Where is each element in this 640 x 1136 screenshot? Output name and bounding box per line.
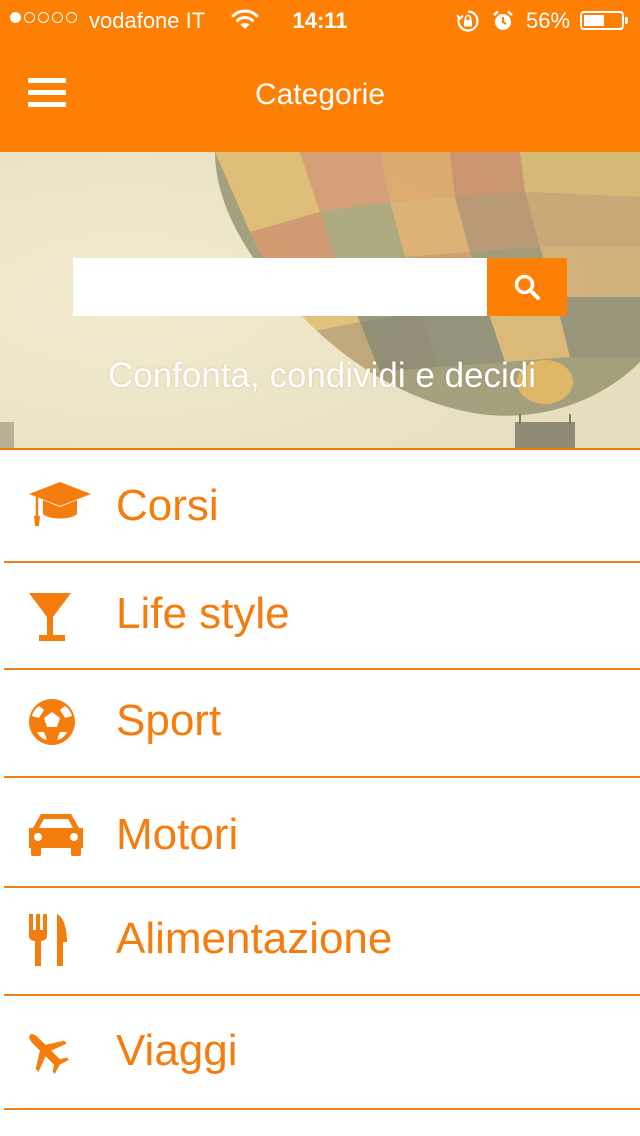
list-divider — [4, 1108, 640, 1110]
category-item-sport[interactable]: Sport — [0, 670, 640, 778]
hero-banner: Confonta, condividi e decidi — [0, 152, 640, 450]
category-label: Life style — [116, 589, 290, 638]
category-label: Motori — [116, 810, 239, 859]
category-item-corsi[interactable]: Corsi — [0, 450, 640, 563]
battery-icon — [580, 11, 624, 30]
category-item-alimentazione[interactable]: Alimentazione — [0, 888, 640, 996]
graduation-cap-icon — [29, 482, 91, 526]
category-item-viaggi[interactable]: Viaggi — [0, 996, 640, 1110]
search-input[interactable] — [73, 258, 487, 316]
category-item-motori[interactable]: Motori — [0, 778, 640, 888]
car-icon — [29, 814, 83, 856]
fork-knife-icon — [29, 914, 67, 966]
category-label: Viaggi — [116, 1026, 238, 1075]
search-button[interactable] — [487, 258, 567, 316]
soccer-ball-icon — [29, 699, 75, 745]
category-label: Sport — [116, 696, 222, 745]
navigation-bar: Categorie — [0, 40, 640, 152]
battery-level — [584, 15, 604, 26]
status-bar: vodafone IT 14:11 56% — [0, 0, 640, 40]
category-label: Alimentazione — [116, 914, 393, 963]
category-label: Corsi — [116, 481, 219, 530]
app-screen: vodafone IT 14:11 56% Categorie Confonta… — [0, 0, 640, 1136]
airplane-icon — [29, 1034, 69, 1074]
battery-nub — [625, 17, 628, 24]
alarm-icon — [491, 9, 515, 39]
search-icon — [514, 274, 540, 300]
hero-tagline: Confonta, condividi e decidi — [107, 356, 537, 395]
cocktail-glass-icon — [29, 593, 71, 641]
category-item-life-style[interactable]: Life style — [0, 563, 640, 670]
rotation-lock-icon — [456, 9, 480, 39]
page-title: Categorie — [254, 78, 386, 111]
battery-percentage: 56% — [526, 8, 571, 33]
